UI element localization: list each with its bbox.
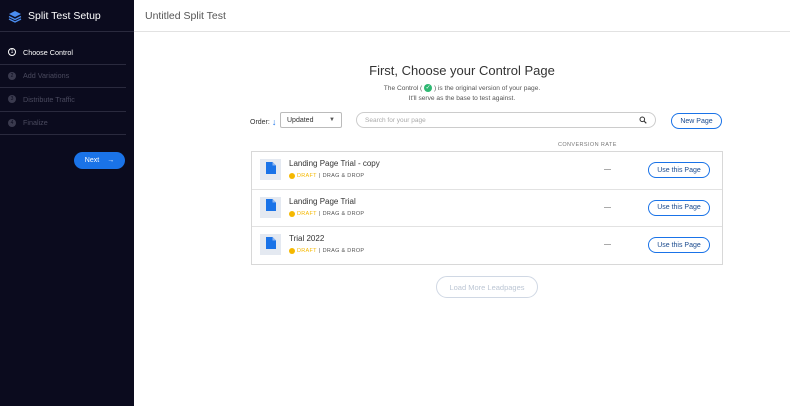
page-name: Trial 2022	[289, 234, 325, 244]
order-label-text: Order:	[250, 118, 270, 126]
page-list: Landing Page Trial - copy DRAFT | DRAG &…	[251, 151, 723, 265]
page-meta: DRAFT | DRAG & DROP	[289, 173, 364, 179]
test-title[interactable]: Untitled Split Test	[145, 10, 226, 22]
subtext-part-b: ) is the original version of your page.	[433, 85, 541, 92]
page-thumbnail	[260, 234, 281, 256]
chevron-down-icon: ▼	[329, 117, 335, 123]
step-number: 3	[8, 95, 16, 104]
draft-status-icon	[289, 173, 295, 179]
search-input[interactable]: Search for your page	[356, 112, 656, 128]
search-placeholder: Search for your page	[365, 116, 426, 124]
arrow-right-icon: →	[107, 157, 115, 164]
meta-separator: |	[318, 173, 321, 179]
page-heading: First, Choose your Control Page	[369, 63, 555, 78]
step-choose-control[interactable]: 1 Choose Control	[0, 41, 126, 65]
use-this-page-button[interactable]: Use this Page	[648, 199, 710, 216]
meta-separator: |	[318, 210, 321, 217]
document-icon	[265, 236, 276, 254]
page-type: DRAG & DROP	[322, 210, 365, 217]
next-button-label: Next	[84, 157, 100, 164]
status-badge: DRAFT	[297, 173, 317, 179]
arrow-down-icon[interactable]: ↓	[272, 117, 277, 127]
list-item: Landing Page Trial DRAFT | DRAG & DROP —…	[252, 190, 722, 228]
step-label: Distribute Traffic	[23, 94, 75, 104]
next-button[interactable]: Next →	[74, 152, 125, 169]
page-type: DRAG & DROP	[322, 248, 365, 255]
conversion-rate-header: CONVERSION RATE	[558, 142, 617, 148]
step-add-variations[interactable]: 2 Add Variations	[0, 65, 126, 88]
top-bar: Untitled Split Test	[134, 0, 790, 32]
page-thumbnail	[260, 159, 281, 180]
status-badge: DRAFT	[297, 210, 317, 217]
order-select-value: Updated	[287, 116, 314, 124]
page-thumbnail	[260, 196, 281, 218]
step-number: 2	[8, 71, 16, 80]
subtext-part-a: The Control (	[383, 85, 423, 92]
draft-status-icon	[289, 210, 295, 217]
conversion-rate: —	[604, 241, 611, 249]
page-name: Landing Page Trial - copy	[289, 159, 380, 168]
control-check-icon: ✓	[424, 84, 433, 93]
order-label[interactable]: Order: ↓	[250, 117, 276, 127]
load-more-button[interactable]: Load More Leadpages	[436, 276, 538, 298]
order-select[interactable]: Updated ▼	[280, 112, 342, 128]
page-meta: DRAFT | DRAG & DROP	[289, 210, 365, 217]
meta-separator: |	[318, 248, 321, 255]
new-page-button[interactable]: New Page	[671, 113, 722, 129]
step-finalize[interactable]: 4 Finalize	[0, 112, 126, 135]
page-type: DRAG & DROP	[322, 173, 365, 179]
step-list: 1 Choose Control 2 Add Variations 3 Dist…	[0, 41, 134, 135]
conversion-rate: —	[604, 203, 611, 211]
status-badge: DRAFT	[297, 248, 317, 255]
main-content: First, Choose your Control Page The Cont…	[134, 32, 790, 406]
list-item: Trial 2022 DRAFT | DRAG & DROP — Use thi…	[252, 227, 722, 265]
step-label: Choose Control	[23, 47, 73, 57]
use-this-page-button[interactable]: Use this Page	[648, 237, 710, 254]
sidebar-title: Split Test Setup	[28, 9, 101, 22]
page-name: Landing Page Trial	[289, 196, 356, 206]
layers-logo-icon	[8, 9, 22, 23]
step-label: Finalize	[23, 118, 48, 128]
page-meta: DRAFT | DRAG & DROP	[289, 248, 365, 255]
list-item: Landing Page Trial - copy DRAFT | DRAG &…	[252, 152, 722, 190]
page-subtext: The Control ( ✓ ) is the original versio…	[134, 84, 790, 104]
step-number: 1	[8, 48, 16, 57]
use-this-page-button[interactable]: Use this Page	[648, 162, 710, 178]
subtext-line-2: It'll serve as the base to test against.	[408, 95, 516, 102]
search-icon[interactable]	[639, 116, 647, 124]
sidebar-header: Split Test Setup	[0, 0, 134, 32]
step-distribute-traffic[interactable]: 3 Distribute Traffic	[0, 88, 126, 112]
document-icon	[265, 161, 276, 179]
sidebar: Split Test Setup 1 Choose Control 2 Add …	[0, 0, 134, 406]
step-label: Add Variations	[23, 71, 70, 81]
document-icon	[265, 198, 276, 216]
step-number: 4	[8, 118, 16, 127]
conversion-rate: —	[604, 166, 611, 173]
draft-status-icon	[289, 248, 295, 255]
